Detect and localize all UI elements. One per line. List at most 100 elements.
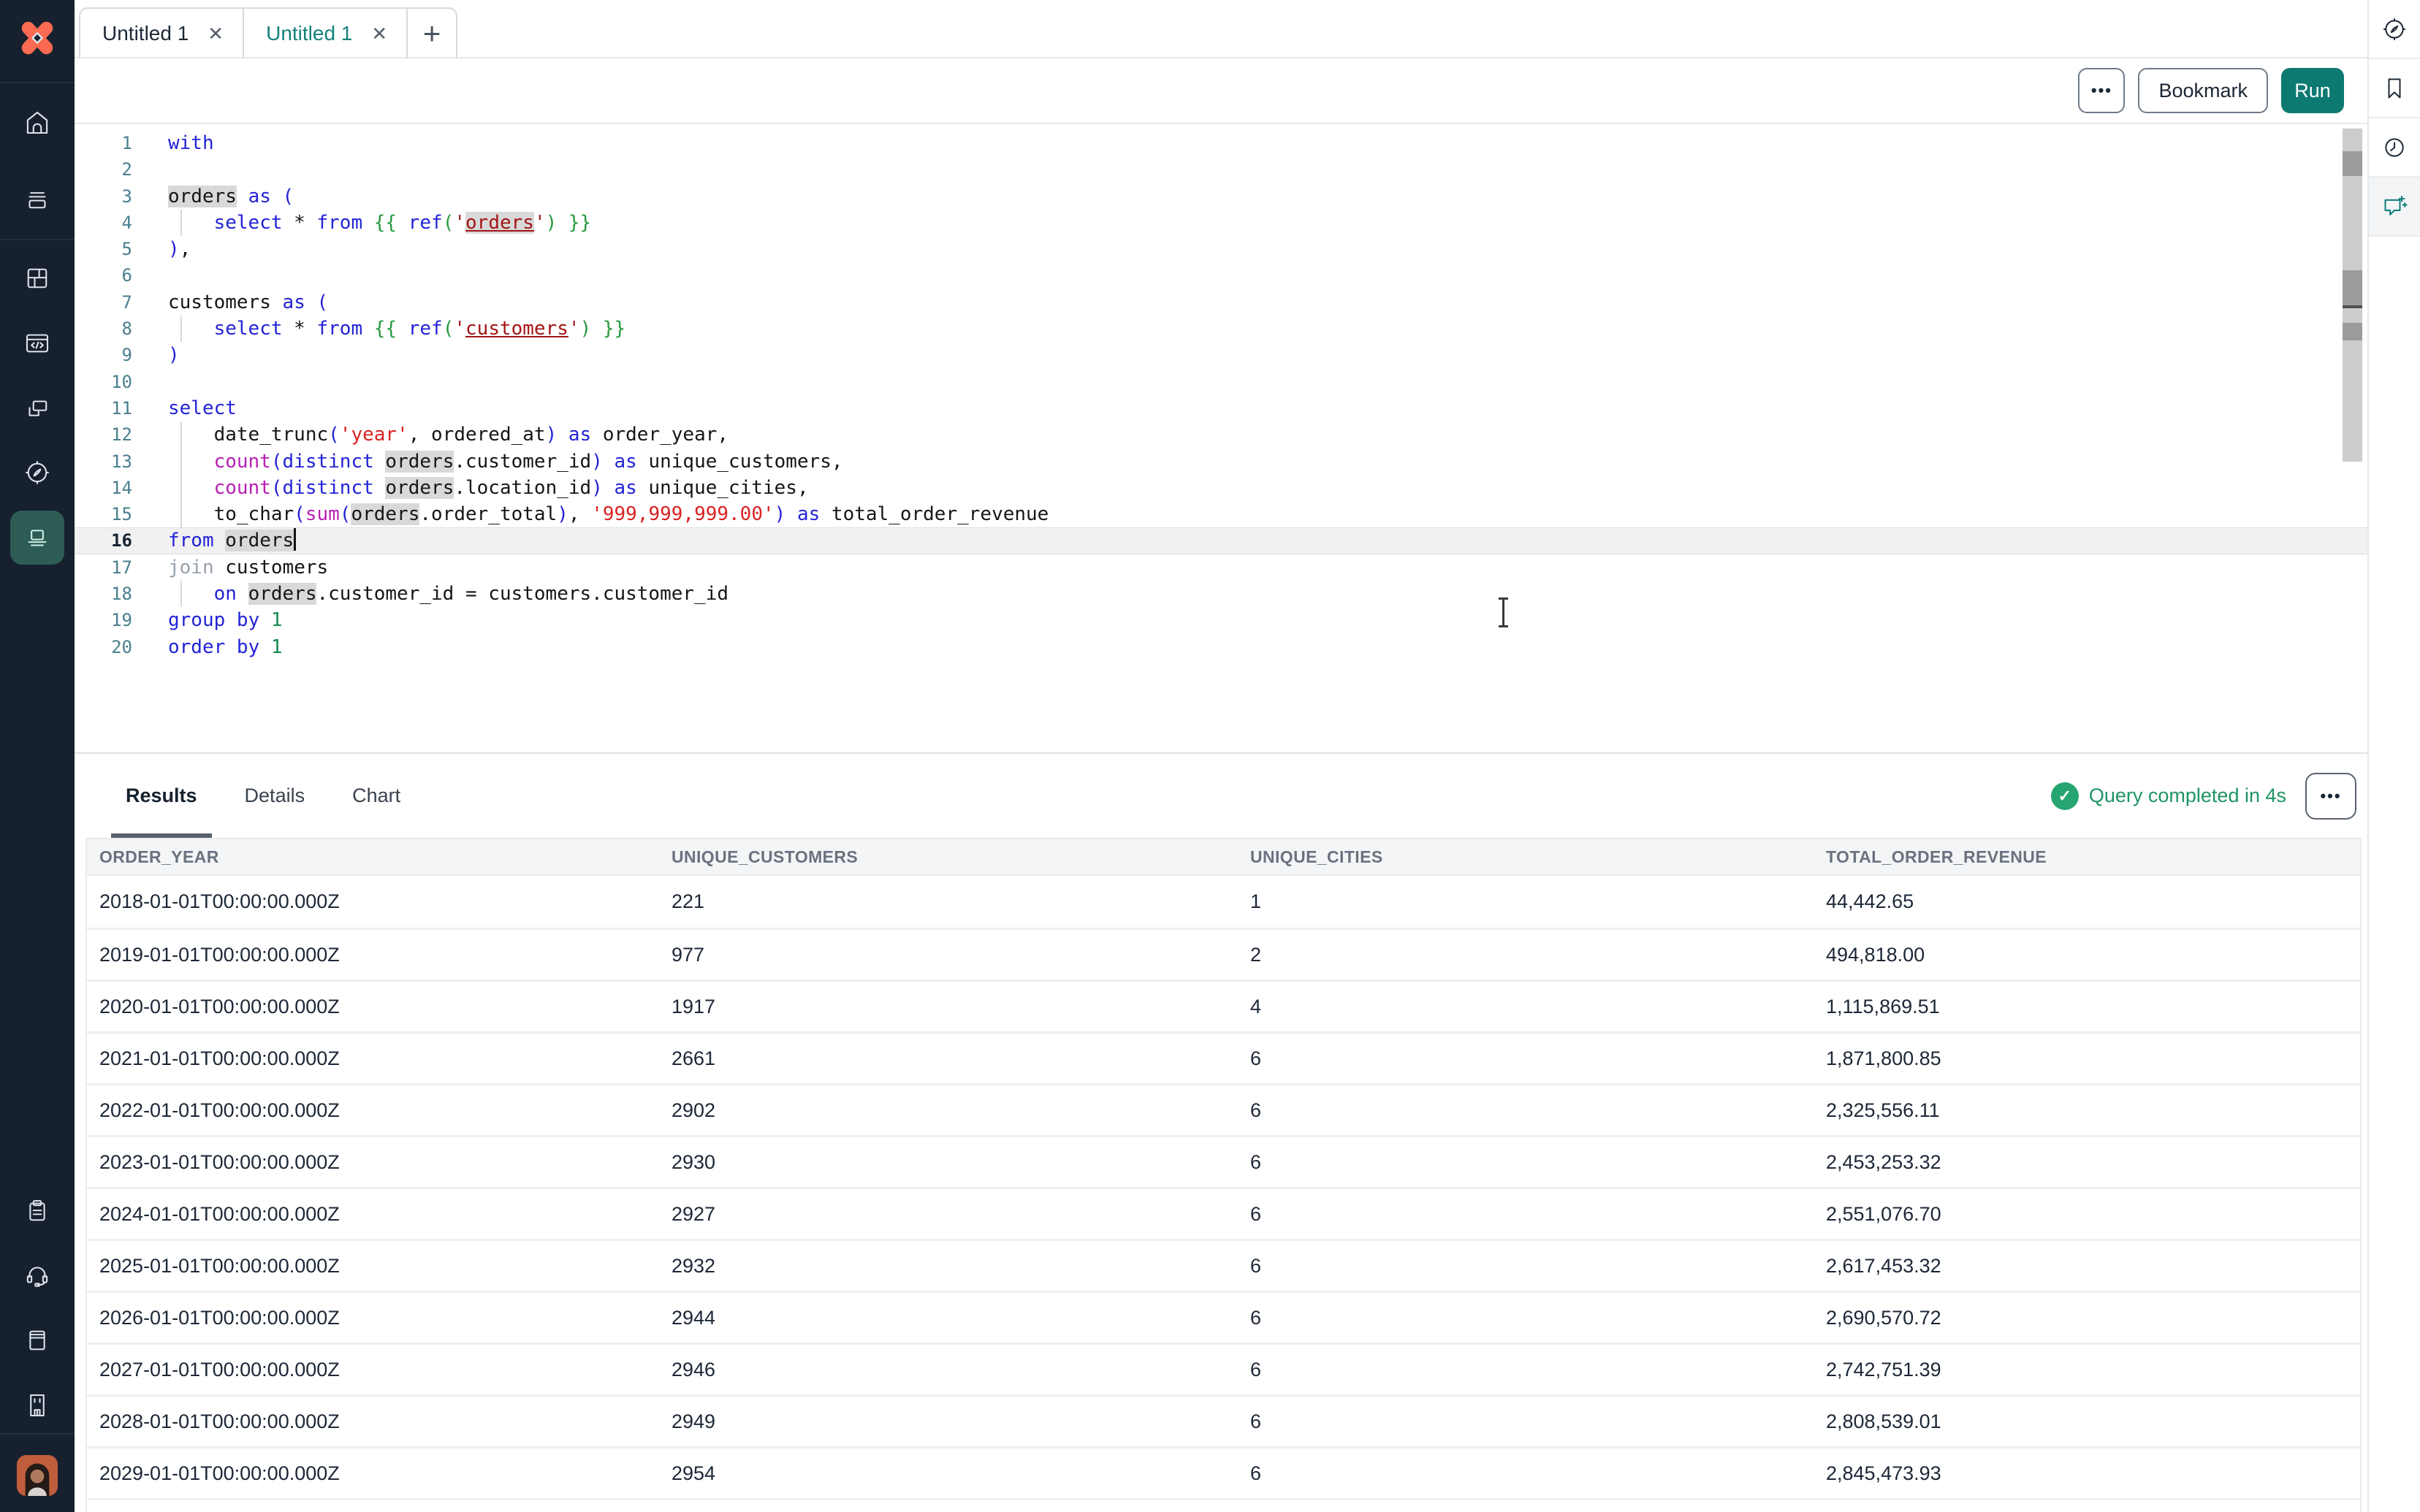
table-row[interactable]: 2026-01-01T00:00:00.000Z294462,690,570.7… (87, 1291, 2360, 1343)
close-tab-icon[interactable]: ✕ (371, 23, 387, 45)
hex-logo[interactable] (0, 12, 75, 64)
results-more-button[interactable]: ••• (2305, 773, 2356, 820)
table-cell: 2,617,453.32 (1826, 1255, 2360, 1278)
code-line[interactable]: 6 (75, 262, 2367, 289)
results-tab-results[interactable]: Results (111, 754, 212, 838)
code-token: , (180, 238, 191, 260)
code-token: , (568, 503, 591, 525)
code-line[interactable]: 3orders as ( (75, 183, 2367, 210)
document-tab[interactable]: Untitled 1✕ (244, 9, 408, 58)
code-token: ( (443, 212, 454, 234)
indent-guide (168, 448, 214, 475)
table-cell: 1,115,869.51 (1826, 996, 2360, 1018)
column-header[interactable]: ORDER_YEAR (99, 847, 671, 867)
sidebar-item-code-apps[interactable] (0, 317, 75, 370)
code-line[interactable]: 7customers as ( (75, 289, 2367, 316)
code-line[interactable]: 14count(distinct orders.location_id) as … (75, 475, 2367, 501)
ellipsis-icon: ••• (2320, 787, 2341, 806)
results-table[interactable]: ORDER_YEARUNIQUE_CUSTOMERSUNIQUE_CITIEST… (85, 838, 2362, 1512)
sidebar-item-explore[interactable] (0, 446, 75, 499)
more-options-button[interactable]: ••• (2078, 68, 2125, 113)
code-token: order by (168, 636, 259, 658)
table-cell: 2,808,539.01 (1826, 1410, 2360, 1433)
code-line[interactable]: 2 (75, 156, 2367, 183)
code-text: count(distinct orders.customer_id) as un… (168, 448, 843, 475)
sql-editor[interactable]: 1with23orders as (4select * from {{ ref(… (75, 124, 2367, 752)
code-line[interactable]: 5), (75, 236, 2367, 262)
code-line[interactable]: 11select (75, 395, 2367, 421)
clock-icon (2380, 133, 2409, 162)
table-row[interactable]: 2027-01-01T00:00:00.000Z294662,742,751.3… (87, 1343, 2360, 1394)
right-item-explore[interactable] (2369, 0, 2420, 59)
table-row[interactable]: 2025-01-01T00:00:00.000Z293262,617,453.3… (87, 1239, 2360, 1291)
new-tab-button[interactable]: + (408, 9, 456, 58)
line-number: 12 (75, 421, 132, 448)
code-line[interactable]: 1with (75, 130, 2367, 156)
editor-scrollbar[interactable] (2343, 129, 2362, 462)
left-sidebar (0, 0, 75, 1512)
table-row[interactable]: 2023-01-01T00:00:00.000Z293062,453,253.3… (87, 1135, 2360, 1187)
table-cell: 977 (671, 944, 1250, 966)
code-line[interactable]: 19group by 1 (75, 607, 2367, 633)
code-line[interactable]: 18on orders.customer_id = customers.cust… (75, 581, 2367, 607)
code-text: on orders.customer_id = customers.custom… (168, 581, 728, 607)
right-item-ai-chat[interactable] (2369, 177, 2420, 237)
document-tab[interactable]: Untitled 1 ✕ (80, 9, 244, 58)
table-row[interactable]: 2021-01-01T00:00:00.000Z266161,871,800.8… (87, 1031, 2360, 1083)
table-row[interactable]: 2022-01-01T00:00:00.000Z290262,325,556.1… (87, 1083, 2360, 1135)
bookmark-button[interactable]: Bookmark (2138, 68, 2268, 113)
sidebar-item-organization[interactable] (0, 1379, 75, 1432)
code-line[interactable]: 4select * from {{ ref('orders') }} (75, 210, 2367, 236)
code-line[interactable]: 20order by 1 (75, 634, 2367, 660)
line-number: 19 (75, 607, 132, 633)
table-cell: 2,551,076.70 (1826, 1203, 2360, 1226)
sidebar-item-collections[interactable] (0, 172, 75, 225)
results-tab-chart[interactable]: Chart (338, 754, 415, 838)
table-row[interactable]: 2029-01-01T00:00:00.000Z295462,845,473.9… (87, 1446, 2360, 1498)
sidebar-item-notebooks-active[interactable] (0, 511, 75, 564)
user-avatar[interactable] (0, 1449, 75, 1502)
column-header[interactable]: TOTAL_ORDER_REVENUE (1826, 847, 2360, 867)
table-row[interactable]: 2024-01-01T00:00:00.000Z292762,551,076.7… (87, 1187, 2360, 1239)
results-tab-details[interactable]: Details (230, 754, 320, 838)
code-line[interactable]: 10 (75, 369, 2367, 395)
table-row[interactable]: 2019-01-01T00:00:00.000Z9772494,818.00 (87, 928, 2360, 980)
sidebar-item-docs[interactable] (0, 1314, 75, 1367)
run-button[interactable]: Run (2281, 68, 2344, 113)
code-line[interactable]: 17join customers (75, 554, 2367, 581)
code-token: to_char (214, 503, 294, 525)
sidebar-item-apps[interactable] (0, 252, 75, 305)
table-row[interactable]: 2020-01-01T00:00:00.000Z191741,115,869.5… (87, 980, 2360, 1031)
code-line[interactable]: 9) (75, 342, 2367, 368)
code-text: select * from {{ ref('customers') }} (168, 316, 625, 342)
compass-icon (22, 457, 53, 488)
sidebar-item-components[interactable] (0, 383, 75, 435)
code-line[interactable]: 13count(distinct orders.customer_id) as … (75, 448, 2367, 475)
table-row[interactable]: 2030-01-01T00:00:00.000Z287961,841,049.3… (87, 1498, 2360, 1512)
sidebar-item-home[interactable] (0, 96, 75, 149)
code-line[interactable]: 16from orders (75, 527, 2367, 554)
code-token: from (316, 212, 362, 234)
code-token: .location_id (454, 477, 591, 499)
table-row[interactable]: 2028-01-01T00:00:00.000Z294962,808,539.0… (87, 1394, 2360, 1446)
column-header[interactable]: UNIQUE_CITIES (1250, 847, 1826, 867)
column-header[interactable]: UNIQUE_CUSTOMERS (671, 847, 1250, 867)
code-line[interactable]: 15to_char(sum(orders.order_total), '999,… (75, 501, 2367, 527)
code-line[interactable]: 8select * from {{ ref('customers') }} (75, 316, 2367, 342)
code-token: from (316, 318, 362, 340)
table-row[interactable]: 2018-01-01T00:00:00.000Z221144,442.65 (87, 876, 2360, 928)
sidebar-item-changelog[interactable] (0, 1185, 75, 1237)
close-tab-icon[interactable]: ✕ (208, 23, 224, 45)
code-token (397, 212, 408, 234)
line-number: 20 (75, 634, 132, 660)
code-line[interactable]: 12date_trunc('year', ordered_at) as orde… (75, 421, 2367, 448)
hex-logo-icon (16, 17, 58, 59)
right-item-bookmarks[interactable] (2369, 59, 2420, 118)
tab-label: Untitled 1 (102, 22, 189, 45)
table-cell: 2932 (671, 1255, 1250, 1278)
sidebar-item-support[interactable] (0, 1248, 75, 1301)
right-item-history[interactable] (2369, 118, 2420, 177)
table-cell: 6 (1250, 1255, 1826, 1278)
code-token (397, 318, 408, 340)
code-token: distinct (283, 477, 374, 499)
